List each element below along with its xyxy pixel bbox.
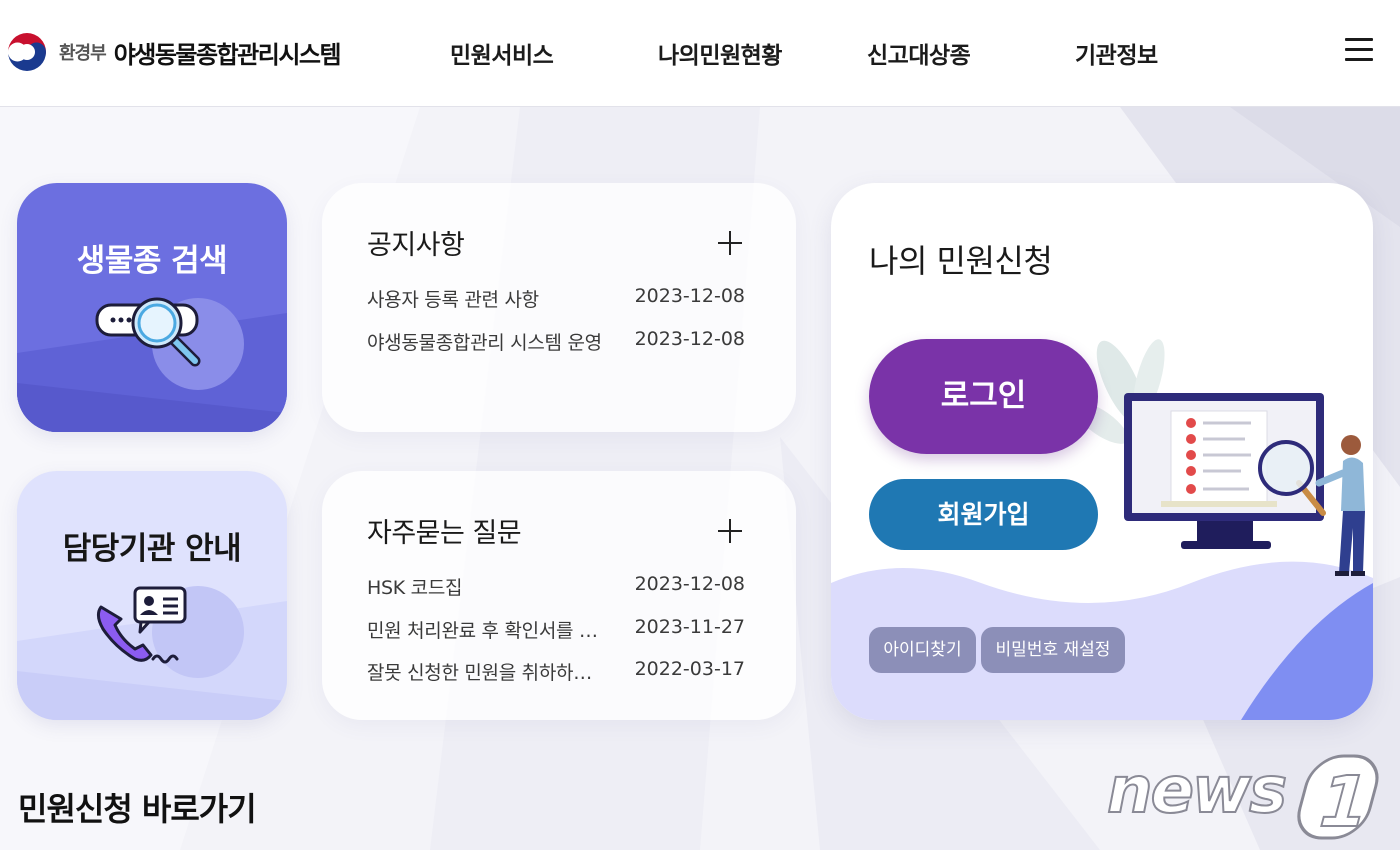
notice-row[interactable]: 사용자 등록 관련 사항 2023-12-08: [367, 285, 745, 311]
faq-row-date: 2023-12-08: [634, 573, 745, 595]
nav-agency-info[interactable]: 기관정보: [1075, 36, 1158, 70]
nav-civil-services[interactable]: 민원서비스: [450, 36, 554, 70]
agency-guide-tile[interactable]: 담당기관 안내: [17, 471, 287, 720]
agency-guide-label: 담당기관 안내: [62, 531, 242, 567]
notice-row-date: 2023-12-08: [634, 285, 745, 307]
faq-row-date: 2023-11-27: [634, 616, 745, 638]
faq-row-title: 민원 처리완료 후 확인서를 …: [367, 620, 598, 642]
top-header: 환경부 야생동물종합관리시스템 민원서비스 나의민원현황 신고대상종 기관정보: [0, 0, 1400, 107]
ministry-name: 환경부: [59, 43, 107, 64]
notice-more-plus-icon[interactable]: [718, 231, 742, 255]
notice-row-title: 야생동물종합관리 시스템 운영: [367, 332, 602, 354]
news1-watermark-logo: news 1: [1106, 753, 1380, 842]
notice-panel: 공지사항 사용자 등록 관련 사항 2023-12-08 야생동물종합관리 시스…: [322, 183, 796, 432]
faq-panel: 자주묻는 질문 HSK 코드집 2023-12-08 민원 처리완료 후 확인서…: [322, 471, 796, 720]
phone-contact-card-icon: [96, 586, 187, 664]
notice-title: 공지사항: [367, 230, 465, 261]
nav-reportable-species[interactable]: 신고대상종: [867, 36, 971, 70]
species-search-label: 생물종 검색: [76, 243, 228, 279]
faq-row-title: 잘못 신청한 민원을 취하하…: [367, 662, 592, 684]
find-id-button[interactable]: 아이디찾기: [869, 627, 976, 673]
signup-button[interactable]: 회원가입: [869, 479, 1098, 550]
species-search-tile[interactable]: 생물종 검색: [17, 183, 287, 432]
application-shortcut-heading: 민원신청 바로가기: [18, 790, 257, 828]
system-name: 야생동물종합관리시스템: [113, 40, 342, 69]
notice-row-title: 사용자 등록 관련 사항: [367, 289, 539, 311]
site-logo[interactable]: 환경부 야생동물종합관리시스템: [5, 28, 342, 76]
my-application-card: 나의 민원신청 로그인 회원가입 아이디찾기 비밀번호 재설정: [831, 183, 1373, 720]
hamburger-icon[interactable]: [1345, 38, 1373, 64]
faq-row[interactable]: HSK 코드집 2023-12-08: [367, 573, 745, 599]
faq-row-date: 2022-03-17: [634, 658, 745, 680]
my-application-title: 나의 민원신청: [869, 242, 1053, 280]
svg-text:news: news: [1107, 754, 1285, 828]
government-emblem-icon: [6, 31, 48, 73]
magnifier-search-icon: [95, 297, 201, 367]
faq-more-plus-icon[interactable]: [718, 519, 742, 543]
faq-row[interactable]: 민원 처리완료 후 확인서를 … 2023-11-27: [367, 616, 745, 642]
login-button[interactable]: 로그인: [869, 339, 1098, 454]
faq-row-title: HSK 코드집: [367, 577, 463, 599]
nav-my-applications[interactable]: 나의민원현황: [658, 36, 782, 70]
notice-row-date: 2023-12-08: [634, 328, 745, 350]
reset-password-button[interactable]: 비밀번호 재설정: [981, 627, 1125, 673]
notice-row[interactable]: 야생동물종합관리 시스템 운영 2023-12-08: [367, 328, 745, 354]
faq-title: 자주묻는 질문: [367, 518, 522, 549]
faq-row[interactable]: 잘못 신청한 민원을 취하하… 2022-03-17: [367, 658, 745, 684]
